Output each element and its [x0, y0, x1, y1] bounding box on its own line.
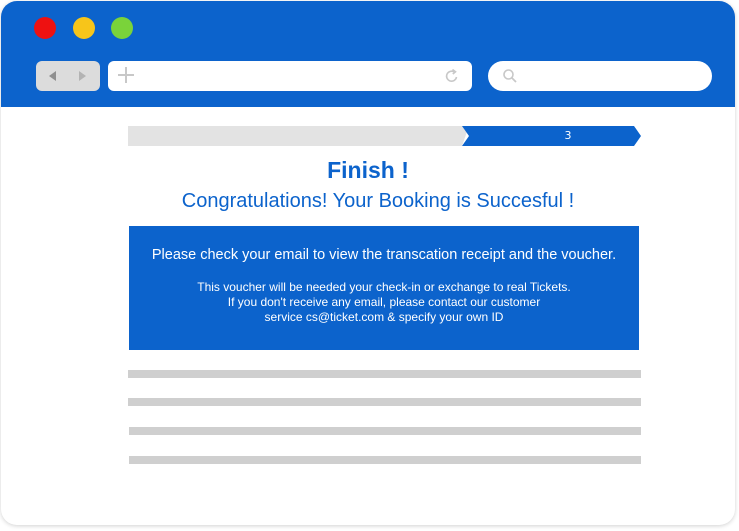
placeholder-line [129, 456, 641, 464]
placeholder-line [128, 398, 641, 406]
browser-titlebar [1, 1, 735, 107]
notice-details: This voucher will be needed your check-i… [129, 280, 639, 325]
booking-progress-bar: 3 [128, 126, 641, 146]
placeholder-line [129, 427, 641, 435]
back-arrow-icon[interactable] [49, 71, 56, 81]
browser-window: 3 Finish ! Congratulations! Your Booking… [1, 1, 735, 525]
booking-success-message: Congratulations! Your Booking is Succesf… [181, 190, 575, 212]
notice-line: This voucher will be needed your check-i… [197, 280, 571, 294]
maximize-button[interactable] [111, 17, 133, 39]
search-bar[interactable] [488, 61, 712, 91]
nav-buttons [36, 61, 100, 91]
forward-arrow-icon[interactable] [79, 71, 86, 81]
minimize-button[interactable] [73, 17, 95, 39]
notice-line: If you don't receive any email, please c… [227, 295, 541, 309]
email-notice-box: Please check your email to view the tran… [129, 226, 639, 350]
current-step-label: 3 [564, 129, 572, 142]
address-bar[interactable] [108, 61, 472, 91]
notice-heading: Please check your email to view the tran… [151, 247, 617, 263]
search-icon[interactable] [502, 68, 518, 84]
placeholder-line [128, 370, 641, 378]
notice-line: service cs@ticket.com & specify your own… [264, 310, 504, 324]
plus-icon[interactable] [118, 67, 134, 83]
close-button[interactable] [34, 17, 56, 39]
reload-icon[interactable] [444, 68, 460, 84]
page-title: Finish ! [327, 157, 409, 183]
